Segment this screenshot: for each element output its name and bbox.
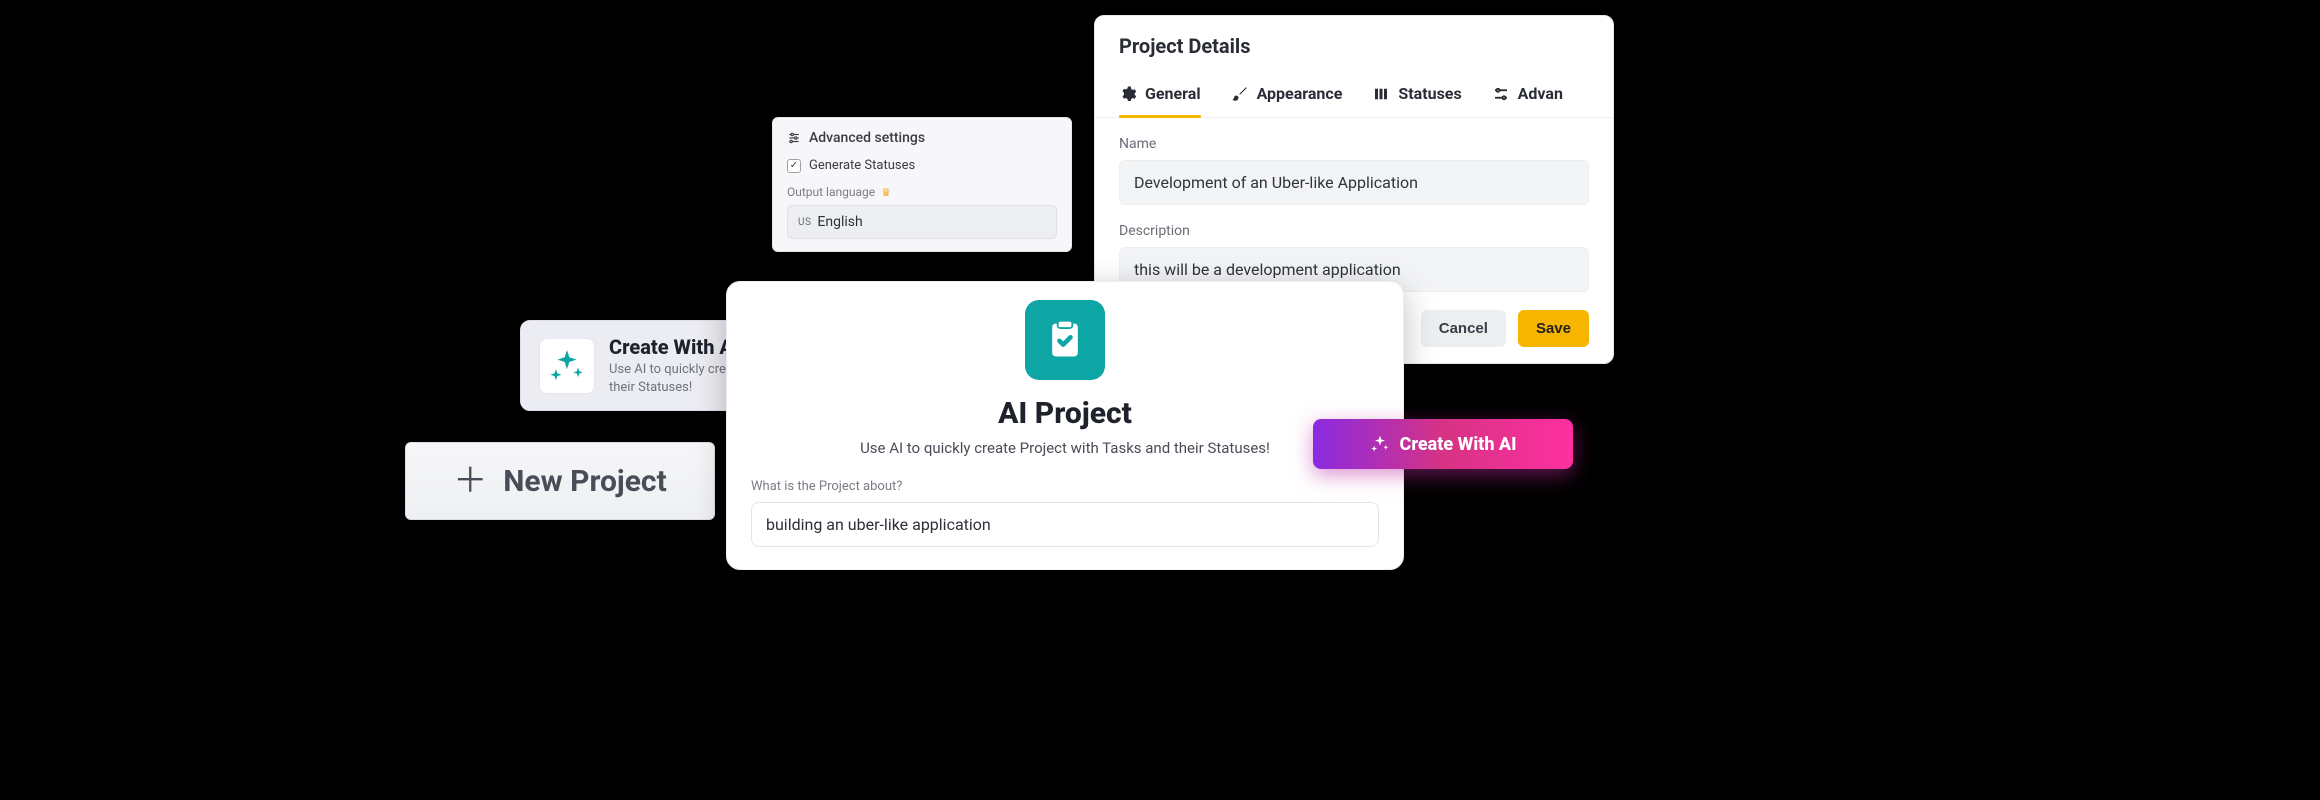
- tab-general[interactable]: General: [1119, 76, 1201, 117]
- ai-project-subtitle: Use AI to quickly create Project with Ta…: [751, 439, 1379, 457]
- ai-prompt-label: What is the Project about?: [751, 479, 1379, 494]
- sparkles-icon: [539, 338, 595, 394]
- save-button[interactable]: Save: [1518, 310, 1589, 347]
- brush-icon: [1231, 85, 1249, 103]
- tab-appearance[interactable]: Appearance: [1231, 76, 1343, 117]
- gear-icon: [1119, 85, 1137, 103]
- tab-advanced[interactable]: Advan: [1492, 76, 1563, 117]
- output-language-label: Output language ♛: [787, 185, 1057, 199]
- ai-project-title: AI Project: [751, 396, 1379, 431]
- clipboard-check-icon: [1025, 300, 1105, 380]
- tab-statuses[interactable]: Statuses: [1372, 76, 1461, 117]
- ai-project-modal: AI Project Use AI to quickly create Proj…: [726, 281, 1404, 570]
- columns-icon: [1372, 85, 1390, 103]
- ai-project-header: AI Project Use AI to quickly create Proj…: [751, 300, 1379, 457]
- new-project-button[interactable]: ＋ New Project: [405, 442, 715, 520]
- sliders-icon: [787, 131, 801, 145]
- cta-label: Create With AI: [1400, 434, 1517, 455]
- crown-icon: ♛: [881, 186, 891, 199]
- plus-icon: ＋: [453, 464, 487, 498]
- project-details-body: Name Development of an Uber-like Applica…: [1095, 118, 1613, 292]
- name-label: Name: [1119, 136, 1589, 152]
- sliders-icon: [1492, 85, 1510, 103]
- generate-statuses-row[interactable]: ✓ Generate Statuses: [787, 158, 1057, 173]
- ai-prompt-input[interactable]: building an uber-like application: [751, 502, 1379, 547]
- advanced-settings-header[interactable]: Advanced settings: [787, 130, 1057, 146]
- language-value: English: [817, 214, 862, 230]
- cancel-button[interactable]: Cancel: [1421, 310, 1506, 347]
- description-label: Description: [1119, 223, 1589, 239]
- output-language-select[interactable]: US English: [787, 205, 1057, 239]
- language-prefix: US: [798, 217, 811, 228]
- generate-statuses-label: Generate Statuses: [809, 158, 915, 173]
- sparkles-icon: [1370, 434, 1390, 454]
- project-details-tabs: General Appearance Statuses Advan: [1095, 68, 1613, 118]
- advanced-settings-panel: Advanced settings ✓ Generate Statuses Ou…: [772, 117, 1072, 252]
- new-project-label: New Project: [503, 464, 666, 499]
- checkbox-icon[interactable]: ✓: [787, 159, 801, 173]
- name-field[interactable]: Development of an Uber-like Application: [1119, 160, 1589, 205]
- advanced-settings-title: Advanced settings: [809, 130, 925, 146]
- project-details-title: Project Details: [1095, 16, 1613, 68]
- create-with-ai-button[interactable]: Create With AI: [1313, 419, 1573, 469]
